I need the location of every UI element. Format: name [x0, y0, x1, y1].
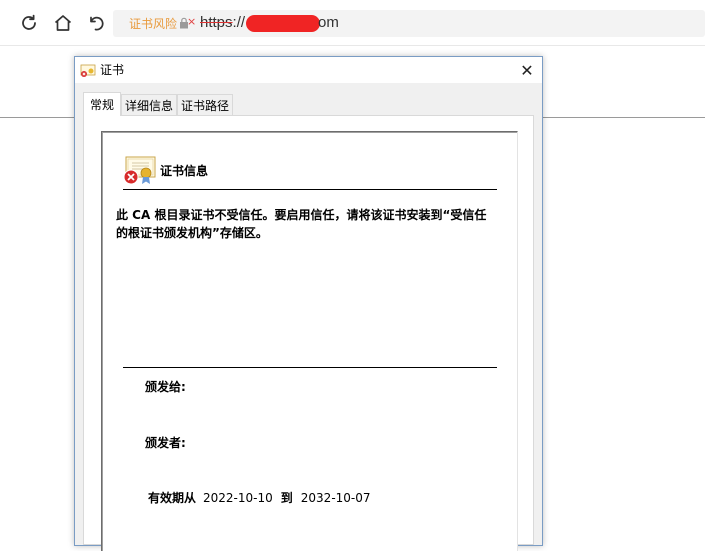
- page-divider: [0, 117, 75, 118]
- valid-from-date: 2022-10-10: [203, 491, 273, 505]
- undo-back-icon[interactable]: [85, 12, 107, 34]
- validity-row: 有效期从 2022-10-10 到 2032-10-07: [148, 489, 371, 506]
- certificate-info-box: 证书信息 此 CA 根目录证书不受信任。要启用信任，请将该证书安装到“受信任的根…: [101, 131, 518, 551]
- valid-to-date: 2032-10-07: [300, 491, 371, 505]
- page-divider: [543, 117, 705, 118]
- close-button[interactable]: ✕: [516, 59, 538, 81]
- url-redaction: [246, 15, 320, 32]
- issued-by-label: 颁发者:: [145, 436, 186, 450]
- dialog-title: 证书: [100, 63, 125, 77]
- general-tab-panel: 证书信息 此 CA 根目录证书不受信任。要启用信任，请将该证书安装到“受信任的根…: [83, 115, 534, 551]
- tab-strip: 常规 详细信息 证书路径: [83, 92, 234, 116]
- url-suffix: om: [318, 14, 339, 31]
- dialog-body: 常规 详细信息 证书路径 证书信息 此 CA 根目录证书不受信任。要启用信任，请…: [75, 83, 542, 551]
- url-scheme: https: [200, 14, 233, 31]
- untrusted-warning-text: 此 CA 根目录证书不受信任。要启用信任，请将该证书安装到“受信任的根证书颁发机…: [116, 208, 487, 240]
- issued-to-label: 颁发给:: [145, 380, 186, 394]
- divider: [123, 189, 497, 190]
- certificate-dialog: 证书 ✕ 常规 详细信息 证书路径 证书信息 此 CA 根目录证书不受信任。要启…: [74, 56, 543, 551]
- refresh-icon[interactable]: [18, 12, 40, 34]
- tab-details[interactable]: 详细信息: [121, 94, 178, 116]
- browser-toolbar: 证书风险 × https:// om: [0, 0, 705, 46]
- url-prefix: https://: [200, 14, 245, 31]
- cert-risk-label[interactable]: 证书风险: [129, 15, 177, 32]
- tab-cert-path[interactable]: 证书路径: [177, 94, 234, 116]
- valid-to-label: 到: [280, 491, 293, 505]
- cert-info-heading: 证书信息: [160, 164, 209, 178]
- insecure-x-icon: ×: [187, 15, 197, 28]
- url-separator: ://: [232, 14, 246, 31]
- valid-from-label: 有效期从: [148, 491, 197, 505]
- dialog-titlebar[interactable]: 证书 ✕: [75, 57, 542, 83]
- home-icon[interactable]: [52, 12, 74, 34]
- tab-general[interactable]: 常规: [83, 92, 122, 116]
- untrusted-certificate-icon: [123, 156, 156, 185]
- certificate-icon: [80, 64, 96, 77]
- address-bar[interactable]: 证书风险 × https:// om: [113, 10, 705, 37]
- divider: [123, 367, 497, 368]
